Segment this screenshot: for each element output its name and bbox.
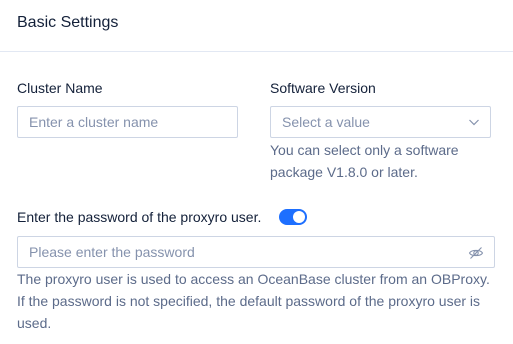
- chevron-down-icon: [469, 119, 479, 126]
- software-version-placeholder: Select a value: [282, 114, 370, 130]
- proxyro-password-input[interactable]: Please enter the password: [17, 236, 495, 268]
- section-header: Basic Settings: [0, 0, 513, 52]
- section-title: Basic Settings: [17, 14, 119, 31]
- software-version-select[interactable]: Select a value: [270, 106, 491, 138]
- cluster-name-input[interactable]: Enter a cluster name: [17, 106, 238, 138]
- cluster-name-label: Cluster Name: [17, 80, 103, 96]
- proxyro-password-toggle[interactable]: [279, 209, 307, 225]
- proxyro-password-help: The proxyro user is used to access an Oc…: [17, 271, 490, 331]
- cluster-name-placeholder: Enter a cluster name: [29, 114, 159, 130]
- proxyro-password-placeholder: Please enter the password: [29, 244, 195, 260]
- software-version-help: You can select only a software package V…: [270, 142, 459, 180]
- software-version-label: Software Version: [270, 80, 376, 96]
- proxyro-password-label: Enter the password of the proxyro user.: [17, 209, 262, 225]
- toggle-knob: [293, 211, 305, 223]
- eye-invisible-icon[interactable]: [468, 245, 484, 261]
